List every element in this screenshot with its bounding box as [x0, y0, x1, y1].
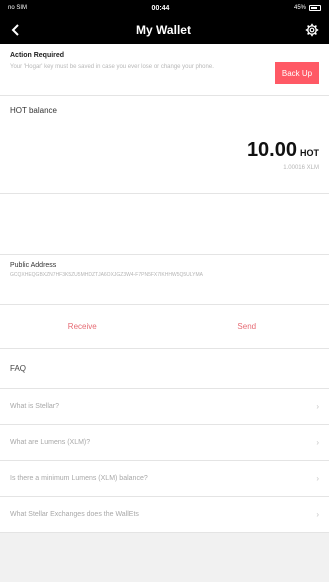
- page-title: My Wallet: [136, 23, 191, 37]
- balance-section: HOT balance 10.00 HOT 1.00016 XLM: [0, 96, 329, 194]
- wallet-content: Action Required Your 'Hogar' key must be…: [0, 44, 329, 349]
- balance-amount: 10.00 HOT: [247, 139, 319, 162]
- backup-alert: Action Required Your 'Hogar' key must be…: [0, 44, 329, 96]
- public-address-section[interactable]: Public Address GCQXHEQGBXZN7HF3K5ZU5MHDZ…: [0, 255, 329, 305]
- faq-item-label: What is Stellar?: [10, 403, 60, 410]
- chevron-right-icon: ›: [316, 474, 319, 483]
- faq-item-label: What are Lumens (XLM)?: [10, 439, 91, 446]
- back-up-button[interactable]: Back Up: [275, 62, 319, 84]
- battery-status: 45%: [294, 5, 321, 11]
- address-label: Public Address: [10, 262, 57, 269]
- nav-bar: My Wallet: [0, 16, 329, 44]
- wallet-actions: Receive Send: [0, 305, 329, 349]
- alert-text: Action Required Your 'Hogar' key must be…: [10, 52, 240, 71]
- faq-item[interactable]: What is Stellar? ›: [0, 389, 329, 425]
- chevron-right-icon: ›: [316, 402, 319, 411]
- battery-icon: [309, 5, 321, 11]
- chevron-right-icon: ›: [316, 510, 319, 519]
- receive-button[interactable]: Receive: [22, 322, 142, 331]
- alert-heading: Action Required: [10, 52, 65, 59]
- balance-label: HOT balance: [10, 106, 57, 115]
- balance-unit: HOT: [300, 148, 319, 158]
- carrier-label: no SIM: [8, 5, 28, 11]
- battery-percent: 45%: [293, 5, 306, 11]
- faq-item[interactable]: What are Lumens (XLM)? ›: [0, 425, 329, 461]
- faq-item[interactable]: What Stellar Exchanges does the WallEts …: [0, 497, 329, 533]
- clock: 00:44: [151, 4, 170, 12]
- faq-item[interactable]: Is there a minimum Lumens (XLM) balance?…: [0, 461, 329, 497]
- gear-icon[interactable]: [305, 23, 319, 37]
- balance-xlm: 1.00016 XLM: [283, 165, 319, 171]
- blank-section: [0, 194, 329, 255]
- faq-item-label: What Stellar Exchanges does the WallEts: [10, 511, 139, 518]
- address-value[interactable]: GCQXHEQGBXZN7HF3K5ZU5MHDZTJA6OXJGZ3W4-F7…: [10, 272, 319, 279]
- back-icon[interactable]: [10, 24, 22, 36]
- alert-description: Your 'Hogar' key must be saved in case y…: [10, 64, 214, 70]
- send-button[interactable]: Send: [187, 322, 307, 331]
- status-bar: no SIM 00:44 45%: [0, 0, 329, 16]
- chevron-right-icon: ›: [316, 438, 319, 447]
- faq-heading: FAQ: [0, 349, 329, 389]
- balance-value: 10.00: [246, 139, 297, 161]
- faq-item-label: Is there a minimum Lumens (XLM) balance?: [10, 475, 148, 482]
